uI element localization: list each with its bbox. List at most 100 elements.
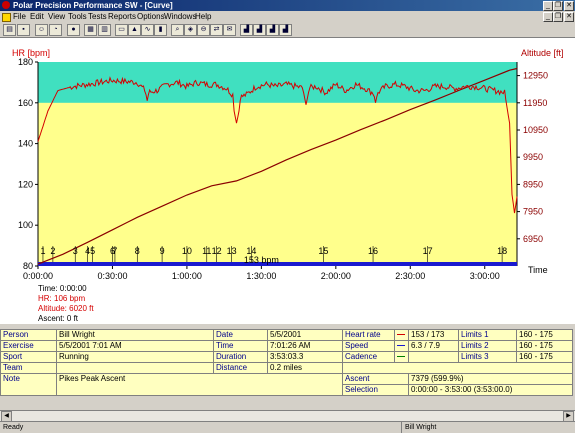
table-row: Team Distance 0.2 miles (0, 362, 573, 374)
zoom-icon[interactable]: ⌕ (171, 24, 184, 36)
lap-marker-label: 15 (318, 246, 328, 256)
altitude-tick-label: 11950 (523, 98, 547, 108)
time-tick-label: 3:00:00 (470, 271, 500, 281)
toolbar: ▤ ▪ ☺ ◔ ● ▦ ▥ ▭ ▲ ∿ ▮ ⌕ ◈ ⊖ ⇄ ✉ ▟ ▟ ▟ ▟ (0, 22, 575, 38)
lap-marker-label: 2 (50, 246, 55, 256)
mdi-minimize-button[interactable]: _ (543, 12, 553, 22)
lap-marker-label: 1 (40, 246, 45, 256)
duration-value[interactable]: 3:53:03.3 (267, 351, 343, 363)
lap-marker-label: 8 (135, 246, 140, 256)
lap-marker-label: 5 (90, 246, 95, 256)
menu-windows[interactable]: Windows (164, 11, 196, 22)
hr-tick-label: 180 (18, 57, 33, 67)
table-row: Sport Running Duration 3:53:03.3 Cadence… (0, 351, 573, 363)
open-folder-icon[interactable]: ▤ (3, 24, 16, 36)
limits1-value[interactable]: 160 - 175 (516, 329, 573, 341)
save-icon[interactable]: ▪ (17, 24, 30, 36)
diary-icon[interactable]: ▥ (98, 24, 111, 36)
time-label: Time (213, 340, 268, 352)
readout-altitude: Altitude: 6020 ft (38, 304, 94, 313)
hr-tick-label: 160 (18, 98, 33, 108)
cursor-readout: Time: 0:00:00 HR: 106 bpm Altitude: 6020… (38, 284, 94, 324)
time-tick-label: 0:30:00 (97, 271, 127, 281)
person-value[interactable]: Bill Wright (56, 329, 214, 341)
document-icon[interactable] (2, 13, 11, 22)
menu-help[interactable]: Help (195, 11, 211, 22)
ascent-label: Ascent (342, 373, 409, 385)
zoom-out-icon[interactable]: ⊖ (197, 24, 210, 36)
lap-marker-label: 17 (423, 246, 433, 256)
sport-label: Sport (0, 351, 57, 363)
report-1-icon[interactable]: ▟ (240, 24, 253, 36)
report-3-icon[interactable]: ▟ (266, 24, 279, 36)
report-4-icon[interactable]: ▟ (279, 24, 292, 36)
selection-label: Selection (342, 384, 409, 396)
mdi-close-button[interactable]: ✕ (564, 12, 574, 22)
menu-reports[interactable]: Reports (108, 11, 136, 22)
note-value[interactable]: Pikes Peak Ascent (56, 373, 343, 396)
hr-tick-label: 120 (18, 179, 33, 189)
send-icon[interactable]: ✉ (223, 24, 236, 36)
altitude-tick-label: 7950 (523, 207, 543, 217)
avg-hr-label: 153 bpm (244, 255, 279, 265)
menu-file[interactable]: File (13, 11, 26, 22)
lap-marker-label: 3 (73, 246, 78, 256)
menu-view[interactable]: View (48, 11, 65, 22)
speed-value[interactable]: 6.3 / 7.9 (408, 340, 459, 352)
exercise-info-table: Person Bill Wright Date 5/5/2001 Heart r… (0, 329, 573, 396)
mdi-restore-button[interactable]: ❐ (553, 12, 563, 22)
menu-edit[interactable]: Edit (30, 11, 44, 22)
globe-icon[interactable]: ● (67, 24, 80, 36)
table-row: Note Pikes Peak Ascent Ascent 7379 (599.… (0, 373, 573, 396)
folder-icon[interactable]: ▭ (115, 24, 128, 36)
duration-label: Duration (213, 351, 268, 363)
date-value[interactable]: 5/5/2001 (267, 329, 343, 341)
distance-value[interactable]: 0.2 miles (267, 362, 343, 374)
limits-band (38, 62, 517, 103)
readout-hr: HR: 106 bpm (38, 294, 86, 303)
menu-tools[interactable]: Tools (68, 11, 87, 22)
limits2-label: Limits 2 (458, 340, 517, 352)
hr-tick-label: 140 (18, 139, 33, 149)
ascent-value[interactable]: 7379 (599.9%) (408, 373, 573, 385)
hr-axis-title: HR [bpm] (12, 48, 51, 58)
time-tick-label: 0:00:00 (23, 271, 53, 281)
cadence-value[interactable] (408, 351, 459, 363)
marker-icon[interactable]: ◈ (184, 24, 197, 36)
altitude-tick-label: 9950 (523, 152, 543, 162)
readout-ascent: Ascent: 0 ft (38, 314, 79, 323)
exercise-value[interactable]: 5/5/2001 7:01 AM (56, 340, 214, 352)
altitude-axis-title: Altitude [ft] (521, 48, 564, 58)
close-button[interactable]: ✕ (564, 1, 574, 11)
hr-altitude-chart[interactable]: 1801601401201008012950119501095099508950… (0, 38, 575, 324)
report-2-icon[interactable]: ▟ (253, 24, 266, 36)
time-axis-title: Time (528, 265, 548, 275)
curve-chart-icon[interactable]: ∿ (141, 24, 154, 36)
bar-chart-icon[interactable]: ▮ (154, 24, 167, 36)
menu-tests[interactable]: Tests (88, 11, 107, 22)
limits2-value[interactable]: 160 - 175 (516, 340, 573, 352)
speed-label: Speed (342, 340, 395, 352)
lap-marker-label: 10 (182, 246, 192, 256)
watch-icon[interactable]: ◔ (49, 24, 62, 36)
restore-button[interactable]: ❐ (553, 1, 563, 11)
table-row: Person Bill Wright Date 5/5/2001 Heart r… (0, 329, 573, 341)
hr-tick-label: 100 (18, 220, 33, 230)
horizontal-scrollbar[interactable]: ◀ ▶ (0, 410, 575, 422)
status-user: Bill Wright (401, 422, 436, 433)
calendar-icon[interactable]: ▦ (84, 24, 97, 36)
compare-icon[interactable]: ⇄ (210, 24, 223, 36)
person-icon[interactable]: ☺ (35, 24, 48, 36)
time-value[interactable]: 7:01:26 AM (267, 340, 343, 352)
selection-value[interactable]: 0:00:00 - 3:53:00 (3:53:00.0) (408, 384, 573, 396)
minimize-button[interactable]: _ (543, 1, 553, 11)
hr-line-swatch (394, 329, 409, 341)
lap-marker-label: 9 (160, 246, 165, 256)
readout-time: Time: 0:00:00 (38, 284, 87, 293)
team-value[interactable] (56, 362, 214, 374)
hr-value[interactable]: 153 / 173 (408, 329, 459, 341)
menu-options[interactable]: Options (137, 11, 165, 22)
mountain-chart-icon[interactable]: ▲ (128, 24, 141, 36)
limits3-value[interactable]: 160 - 175 (516, 351, 573, 363)
sport-value[interactable]: Running (56, 351, 214, 363)
